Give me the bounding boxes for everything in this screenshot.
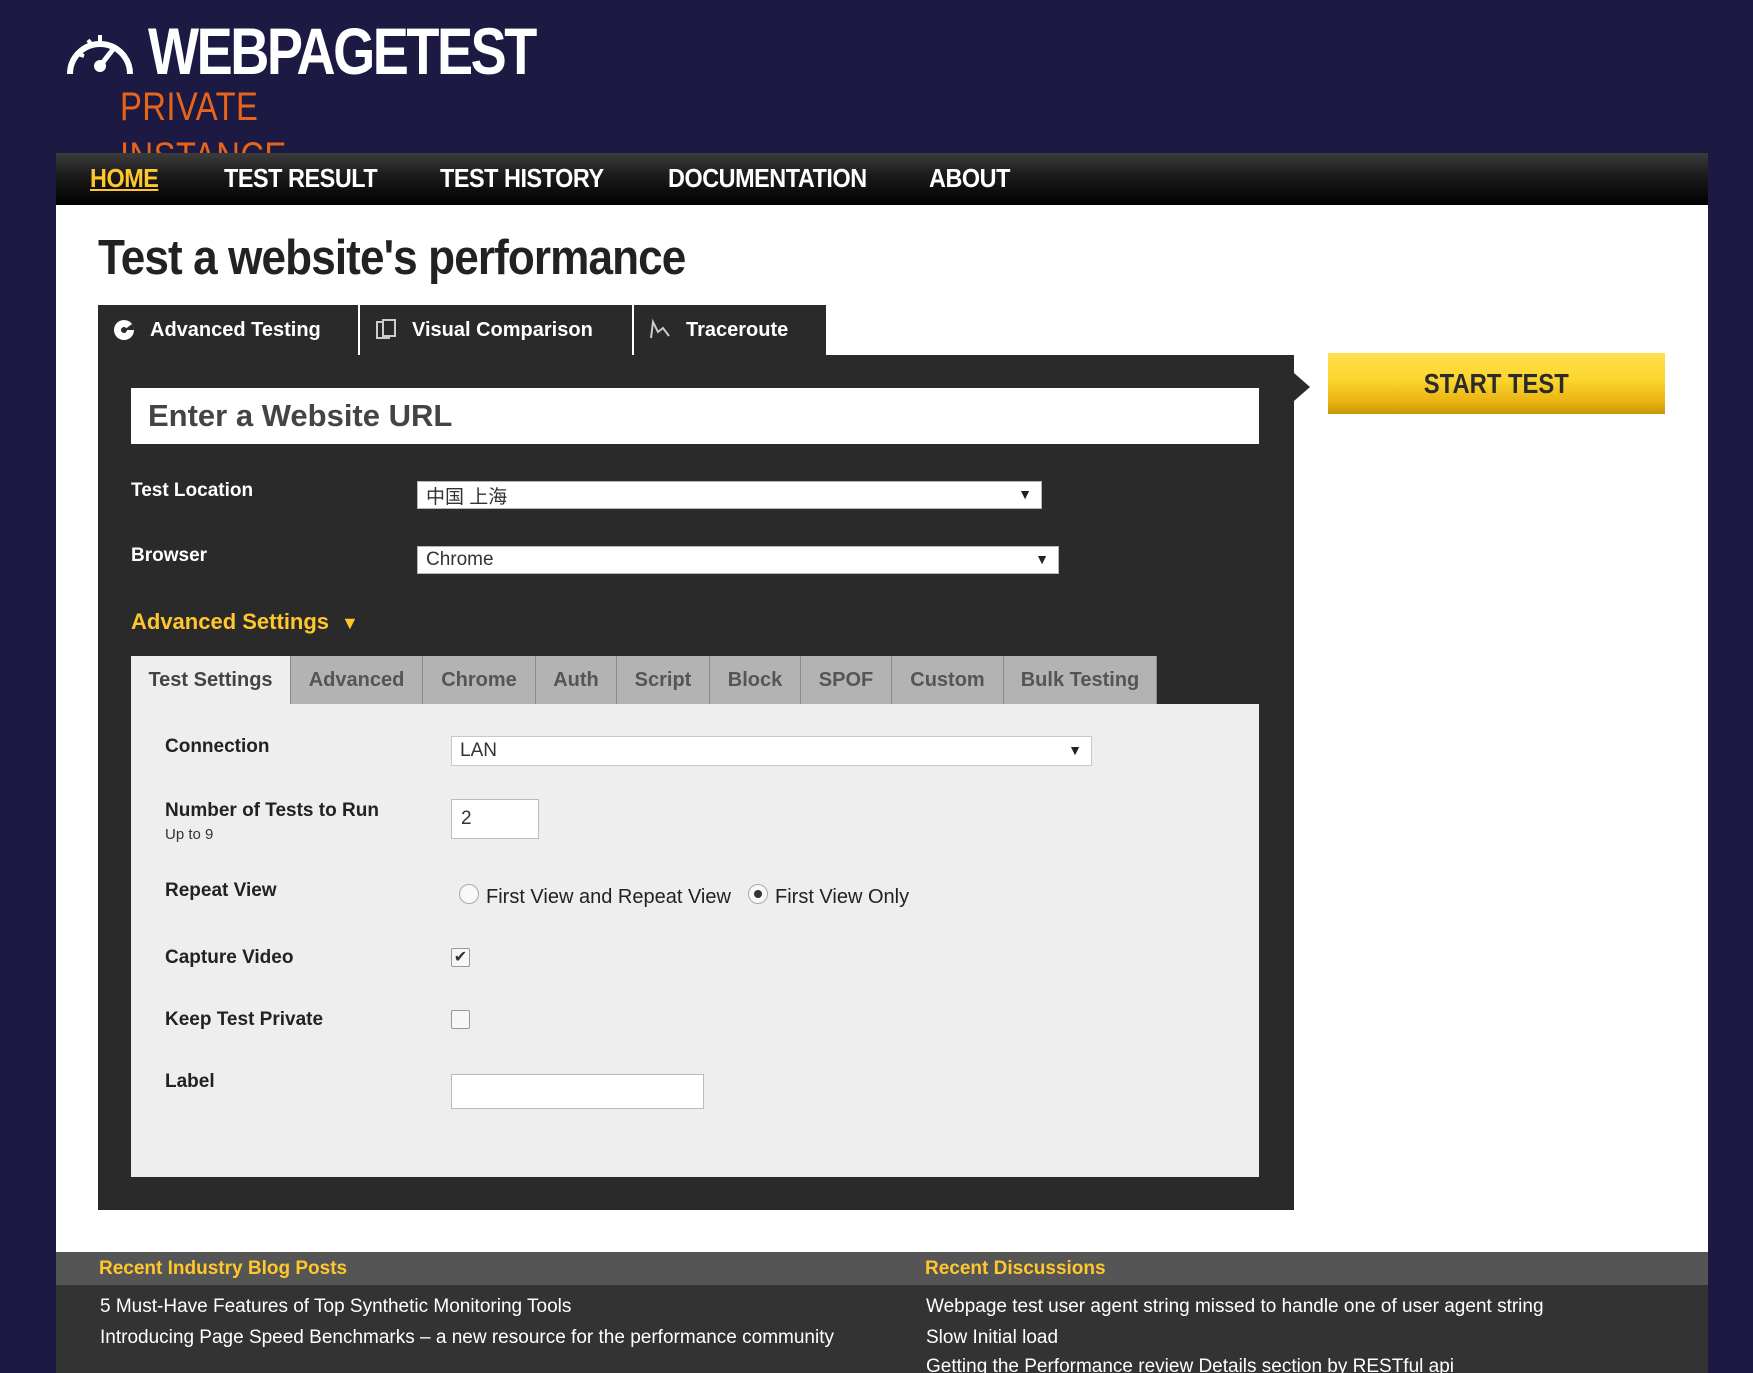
tab-advanced[interactable]: Advanced bbox=[291, 656, 423, 704]
traceroute-icon bbox=[650, 318, 670, 339]
tab-spof[interactable]: SPOF bbox=[801, 656, 892, 704]
discussion-link[interactable]: Webpage test user agent string missed to… bbox=[926, 1296, 1544, 1318]
logo-title: WEBPAGETEST bbox=[148, 14, 537, 88]
discussion-link[interactable]: Slow Initial load bbox=[926, 1327, 1058, 1349]
url-input[interactable]: Enter a Website URL bbox=[131, 388, 1259, 444]
compare-icon bbox=[376, 319, 396, 339]
tab-advanced-testing[interactable]: Advanced Testing bbox=[98, 305, 360, 355]
blog-link[interactable]: Introducing Page Speed Benchmarks – a ne… bbox=[100, 1327, 834, 1349]
webpagetest-logo[interactable]: WEBPAGETEST PRIVATE INSTANCE bbox=[62, 18, 537, 179]
blog-heading: Recent Industry Blog Posts bbox=[99, 1258, 348, 1279]
test-settings-panel: Connection LAN ▼ Number of Tests to Run … bbox=[131, 704, 1259, 1177]
num-tests-label: Number of Tests to Run bbox=[165, 800, 379, 821]
checkmark-icon: ✔ bbox=[453, 949, 468, 966]
keep-private-checkbox[interactable] bbox=[451, 1010, 470, 1029]
tab-traceroute[interactable]: Traceroute bbox=[634, 305, 826, 355]
repeat-view-label: Repeat View bbox=[165, 880, 277, 901]
tab-test-settings[interactable]: Test Settings bbox=[131, 656, 291, 704]
nav-test-result[interactable]: TEST RESULT bbox=[224, 163, 378, 194]
repeat-view-option-label: First View Only bbox=[775, 886, 910, 908]
advanced-settings-toggle[interactable]: Advanced Settings ▼ bbox=[131, 609, 359, 635]
tab-script[interactable]: Script bbox=[617, 656, 710, 704]
main-nav: HOME TEST RESULT TEST HISTORY DOCUMENTAT… bbox=[56, 153, 1708, 205]
gauge-icon bbox=[114, 320, 134, 340]
capture-video-checkbox[interactable]: ✔ bbox=[451, 948, 470, 967]
nav-about[interactable]: ABOUT bbox=[929, 163, 1010, 194]
nav-test-history[interactable]: TEST HISTORY bbox=[440, 163, 604, 194]
num-tests-hint: Up to 9 bbox=[165, 826, 214, 843]
test-location-select[interactable]: 中国 上海 ▼ bbox=[417, 481, 1042, 509]
chevron-down-icon: ▼ bbox=[1035, 551, 1049, 567]
speedometer-icon bbox=[67, 35, 133, 75]
chevron-down-icon: ▼ bbox=[1068, 742, 1082, 758]
panel-arrow bbox=[1294, 373, 1310, 401]
tab-advanced-testing-label: Advanced Testing bbox=[150, 318, 321, 341]
tab-block[interactable]: Block bbox=[710, 656, 801, 704]
chevron-down-icon: ▼ bbox=[1018, 486, 1032, 502]
browser-select[interactable]: Chrome ▼ bbox=[417, 546, 1059, 574]
tab-visual-comparison[interactable]: Visual Comparison bbox=[360, 305, 634, 355]
num-tests-input[interactable]: 2 bbox=[451, 799, 539, 839]
triangle-down-icon: ▼ bbox=[341, 613, 359, 633]
tab-traceroute-label: Traceroute bbox=[686, 318, 789, 341]
nav-documentation[interactable]: DOCUMENTATION bbox=[668, 163, 867, 194]
tab-bulk-testing[interactable]: Bulk Testing bbox=[1004, 656, 1157, 704]
test-location-value: 中国 上海 bbox=[426, 486, 508, 508]
footer: Recent Industry Blog Posts Recent Discus… bbox=[56, 1252, 1708, 1373]
discussions-heading: Recent Discussions bbox=[925, 1258, 1106, 1279]
connection-value: LAN bbox=[460, 740, 497, 761]
discussion-link[interactable]: Getting the Performance review Details s… bbox=[926, 1356, 1454, 1373]
browser-label: Browser bbox=[131, 545, 208, 566]
footer-header-bar: Recent Industry Blog Posts Recent Discus… bbox=[56, 1252, 1708, 1285]
repeat-view-radio-first-only[interactable] bbox=[748, 884, 768, 904]
start-test-label: START TEST bbox=[1423, 367, 1570, 399]
tab-chrome[interactable]: Chrome bbox=[423, 656, 536, 704]
test-form-panel: Enter a Website URL Test Location 中国 上海 … bbox=[98, 355, 1294, 1210]
browser-value: Chrome bbox=[426, 549, 494, 570]
main-content: Test a website's performance Advanced Te… bbox=[56, 205, 1708, 1252]
label-field-label: Label bbox=[165, 1071, 215, 1092]
repeat-view-radio-first-and-repeat[interactable] bbox=[459, 884, 479, 904]
tab-custom[interactable]: Custom bbox=[892, 656, 1004, 704]
connection-select[interactable]: LAN ▼ bbox=[451, 736, 1092, 766]
nav-home[interactable]: HOME bbox=[90, 163, 159, 194]
test-location-label: Test Location bbox=[131, 480, 254, 501]
tab-auth[interactable]: Auth bbox=[536, 656, 617, 704]
capture-video-label: Capture Video bbox=[165, 947, 294, 968]
connection-label: Connection bbox=[165, 736, 270, 757]
blog-link[interactable]: 5 Must-Have Features of Top Synthetic Mo… bbox=[100, 1296, 571, 1318]
keep-private-label: Keep Test Private bbox=[165, 1009, 324, 1030]
start-test-button[interactable]: START TEST bbox=[1328, 353, 1665, 414]
label-input[interactable] bbox=[451, 1074, 704, 1109]
page-title: Test a website's performance bbox=[98, 231, 686, 285]
tab-visual-comparison-label: Visual Comparison bbox=[412, 318, 593, 341]
advanced-settings-label: Advanced Settings bbox=[131, 609, 330, 634]
repeat-view-option-label: First View and Repeat View bbox=[486, 886, 731, 908]
